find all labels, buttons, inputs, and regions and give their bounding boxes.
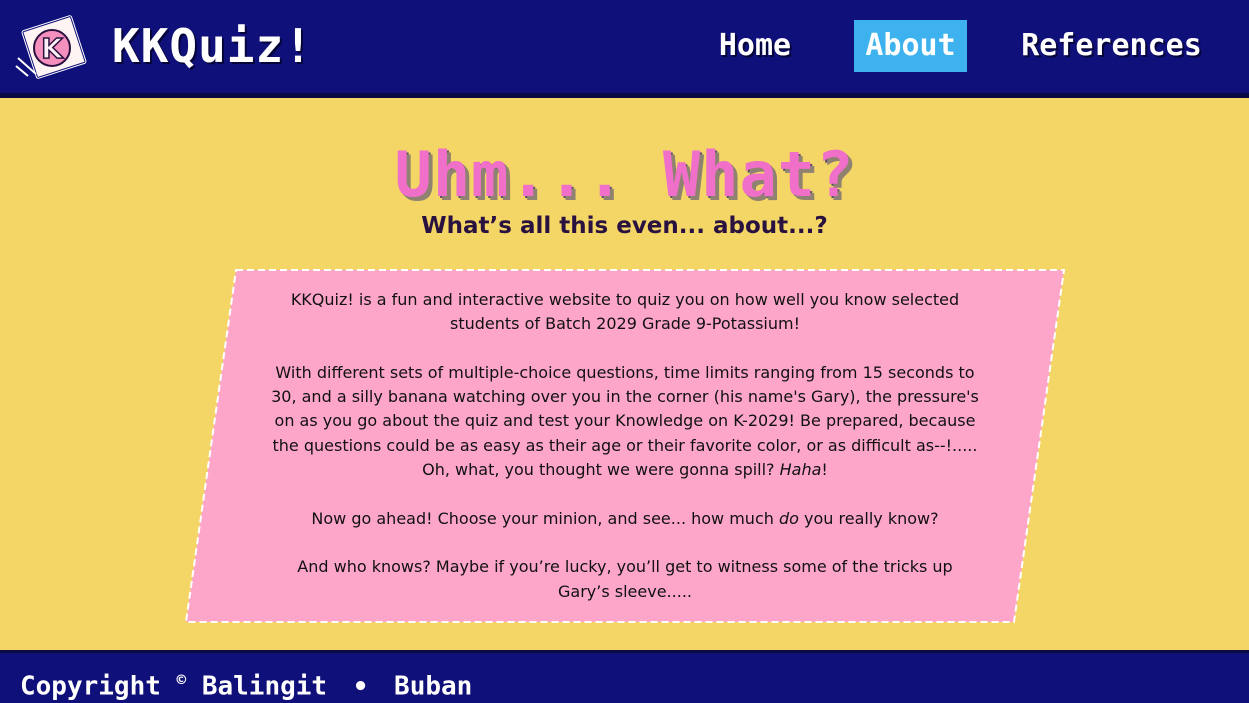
top-navbar: K KKQuiz! Home About References xyxy=(0,0,1249,98)
author-1: Balingit xyxy=(201,671,328,702)
copyright-symbol: © xyxy=(176,670,187,689)
footer-copyright: Copyright © Balingit • Buban xyxy=(20,663,472,703)
about-paragraph-4: And who knows? Maybe if you’re lucky, yo… xyxy=(297,557,953,601)
author-2: Buban xyxy=(394,671,473,702)
nav-home-link[interactable]: Home xyxy=(700,20,810,72)
page-subtitle: What’s all this even... about...? xyxy=(421,213,828,239)
footer: Copyright © Balingit • Buban xyxy=(0,650,1249,703)
svg-text:K: K xyxy=(41,32,64,65)
about-paragraph-2: With different sets of multiple-choice q… xyxy=(271,362,979,480)
about-paragraph-1: KKQuiz! is a fun and interactive website… xyxy=(290,290,960,334)
site-brand[interactable]: KKQuiz! xyxy=(112,16,313,76)
nav-references-link[interactable]: References xyxy=(1004,20,1219,72)
nav-about-link[interactable]: About xyxy=(854,20,967,72)
page-title: Uhm... What? xyxy=(394,138,855,211)
footer-separator: • xyxy=(352,671,369,702)
copyright-label: Copyright xyxy=(20,671,161,702)
about-card-text: KKQuiz! is a fun and interactive website… xyxy=(270,288,980,604)
about-paragraph-3: Now go ahead! Choose your minion, and se… xyxy=(311,508,939,528)
kkquiz-logo-icon[interactable]: K xyxy=(14,14,94,80)
